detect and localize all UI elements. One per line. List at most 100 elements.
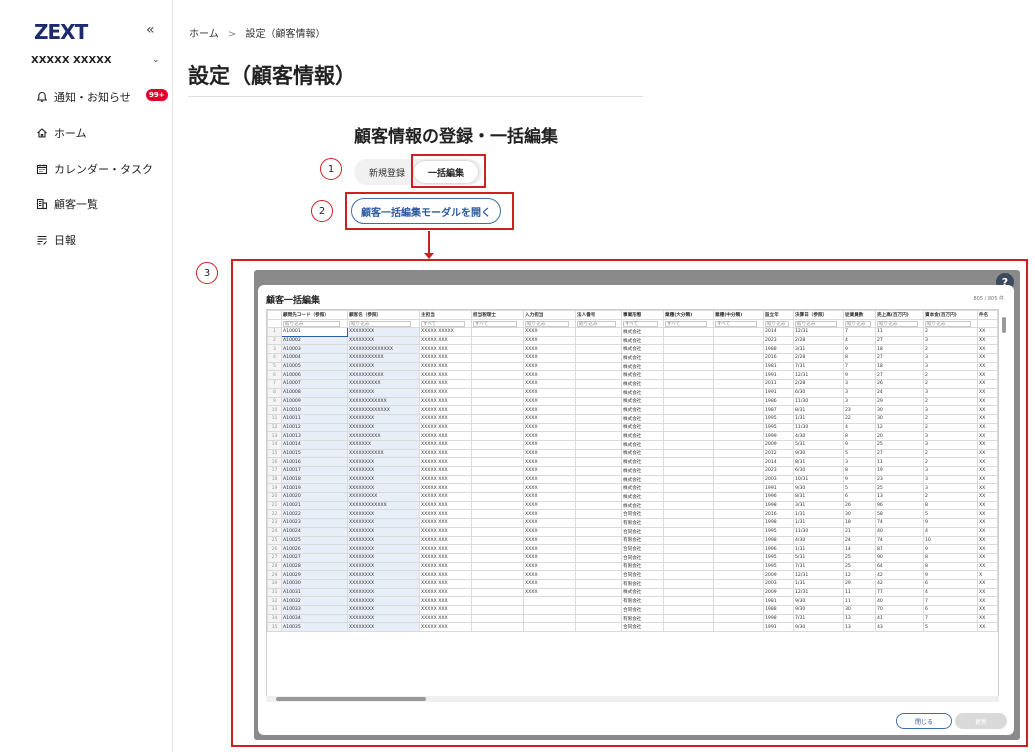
table-cell[interactable]: 25 [843,552,876,563]
table-cell[interactable] [471,327,524,337]
table-cell[interactable]: 2012 [763,448,794,459]
table-cell[interactable] [663,544,714,554]
table-cell[interactable] [575,353,622,363]
table-cell[interactable]: 1988 [763,344,794,355]
table-cell[interactable]: 4/30 [793,535,844,546]
table-cell[interactable]: XXXX [523,422,576,433]
table-cell[interactable]: XX [977,544,998,554]
table-cell[interactable] [663,535,714,546]
table-cell[interactable]: XX [977,353,998,363]
table-cell[interactable]: 21 [843,526,876,537]
zext-logo[interactable]: ZEXT [34,20,88,44]
table-cell[interactable]: XXXXX XXX [419,570,472,580]
table-cell[interactable]: XXXX [523,466,576,476]
table-cell[interactable]: 30 [875,413,924,424]
table-cell[interactable]: XXXX [523,474,576,485]
table-cell[interactable] [663,327,714,337]
table-cell[interactable] [471,622,524,633]
table-cell[interactable] [663,370,714,381]
table-cell[interactable]: XXXX [523,405,576,415]
table-cell[interactable]: 23 [843,405,876,415]
table-cell[interactable]: 18 [843,518,876,528]
table-cell[interactable] [713,561,764,572]
table-cell[interactable]: 1991 [763,483,794,494]
table-cell[interactable] [663,552,714,563]
table-cell[interactable]: XXXX [523,535,576,546]
table-cell[interactable] [713,466,764,476]
table-cell[interactable]: A10007 [281,379,348,389]
table-cell[interactable]: 株式会社 [621,483,664,494]
sidebar-item-customers[interactable]: 顧客一覧 [35,196,98,212]
table-cell[interactable]: XXXXXXXX [347,457,420,467]
table-cell[interactable]: XXXXXXXX [347,570,420,580]
column-filter[interactable]: すべて [663,319,714,328]
table-cell[interactable]: XXXXXXXXX [347,492,420,502]
table-cell[interactable]: XXXXXXXX [347,361,420,372]
table-cell[interactable]: 株式会社 [621,405,664,415]
table-cell[interactable]: 2011 [763,379,794,389]
table-cell[interactable]: 株式会社 [621,439,664,450]
table-cell[interactable] [575,361,622,372]
table-cell[interactable]: 株式会社 [621,500,664,511]
table-cell[interactable] [663,492,714,502]
table-cell[interactable]: 11 [843,596,876,606]
table-cell[interactable]: XXXXX XXX [419,474,472,485]
table-cell[interactable]: XX [977,492,998,502]
table-cell[interactable] [713,526,764,537]
table-cell[interactable]: 87 [875,544,924,554]
table-cell[interactable] [663,448,714,459]
table-cell[interactable] [713,361,764,372]
table-cell[interactable] [575,466,622,476]
table-cell[interactable] [663,353,714,363]
table-cell[interactable]: A10033 [281,605,348,615]
table-cell[interactable]: XXXXX XXX [419,622,472,633]
table-cell[interactable]: 26 [875,379,924,389]
table-cell[interactable] [713,379,764,389]
table-cell[interactable] [713,405,764,415]
table-cell[interactable]: 有限会社 [621,613,664,624]
table-cell[interactable] [471,596,524,606]
table-cell[interactable]: 13 [843,622,876,633]
table-cell[interactable]: XX [977,587,998,598]
table-cell[interactable]: 42 [875,578,924,589]
table-cell[interactable]: A10005 [281,361,348,372]
table-cell[interactable]: 74 [875,518,924,528]
table-cell[interactable] [575,379,622,389]
table-cell[interactable]: 株式会社 [621,387,664,398]
table-cell[interactable]: A10030 [281,578,348,589]
table-cell[interactable]: A10018 [281,474,348,485]
table-cell[interactable]: 42 [875,570,924,580]
table-row[interactable]: 14 A10014 XXXXXXX XXXXX XXX XXXX 株式会社 2009 5/31… [267,439,998,450]
table-cell[interactable]: 4 [843,335,876,346]
table-cell[interactable]: 7 [843,327,876,337]
table-cell[interactable]: XX [977,327,998,337]
table-cell[interactable]: XXXXX XXX [419,413,472,424]
table-cell[interactable]: 74 [875,535,924,546]
table-cell[interactable] [471,509,524,520]
table-cell[interactable]: 19 [875,466,924,476]
table-cell[interactable]: XX [977,344,998,355]
table-cell[interactable]: XX [977,561,998,572]
table-cell[interactable] [575,405,622,415]
table-cell[interactable]: XXXXXXXX [347,509,420,520]
table-cell[interactable]: 1995 [763,422,794,433]
table-cell[interactable]: 12/31 [793,327,844,337]
column-header[interactable]: 決算日（参照） [793,310,844,320]
column-filter[interactable]: すべて [419,319,472,328]
table-cell[interactable]: A10011 [281,413,348,424]
table-cell[interactable] [575,500,622,511]
table-cell[interactable]: XXXXXXXX [347,605,420,615]
table-cell[interactable] [575,587,622,598]
table-cell[interactable]: 2014 [763,457,794,467]
table-cell[interactable]: XXXXX XXX [419,509,472,520]
table-cell[interactable] [471,422,524,433]
table-cell[interactable] [663,466,714,476]
table-cell[interactable]: 6 [923,578,978,589]
table-cell[interactable] [471,466,524,476]
table-cell[interactable] [471,483,524,494]
table-cell[interactable] [713,483,764,494]
table-cell[interactable]: 株式会社 [621,327,664,337]
table-cell[interactable]: XXXX [523,439,576,450]
table-cell[interactable] [523,622,576,633]
table-cell[interactable]: 2 [923,492,978,502]
